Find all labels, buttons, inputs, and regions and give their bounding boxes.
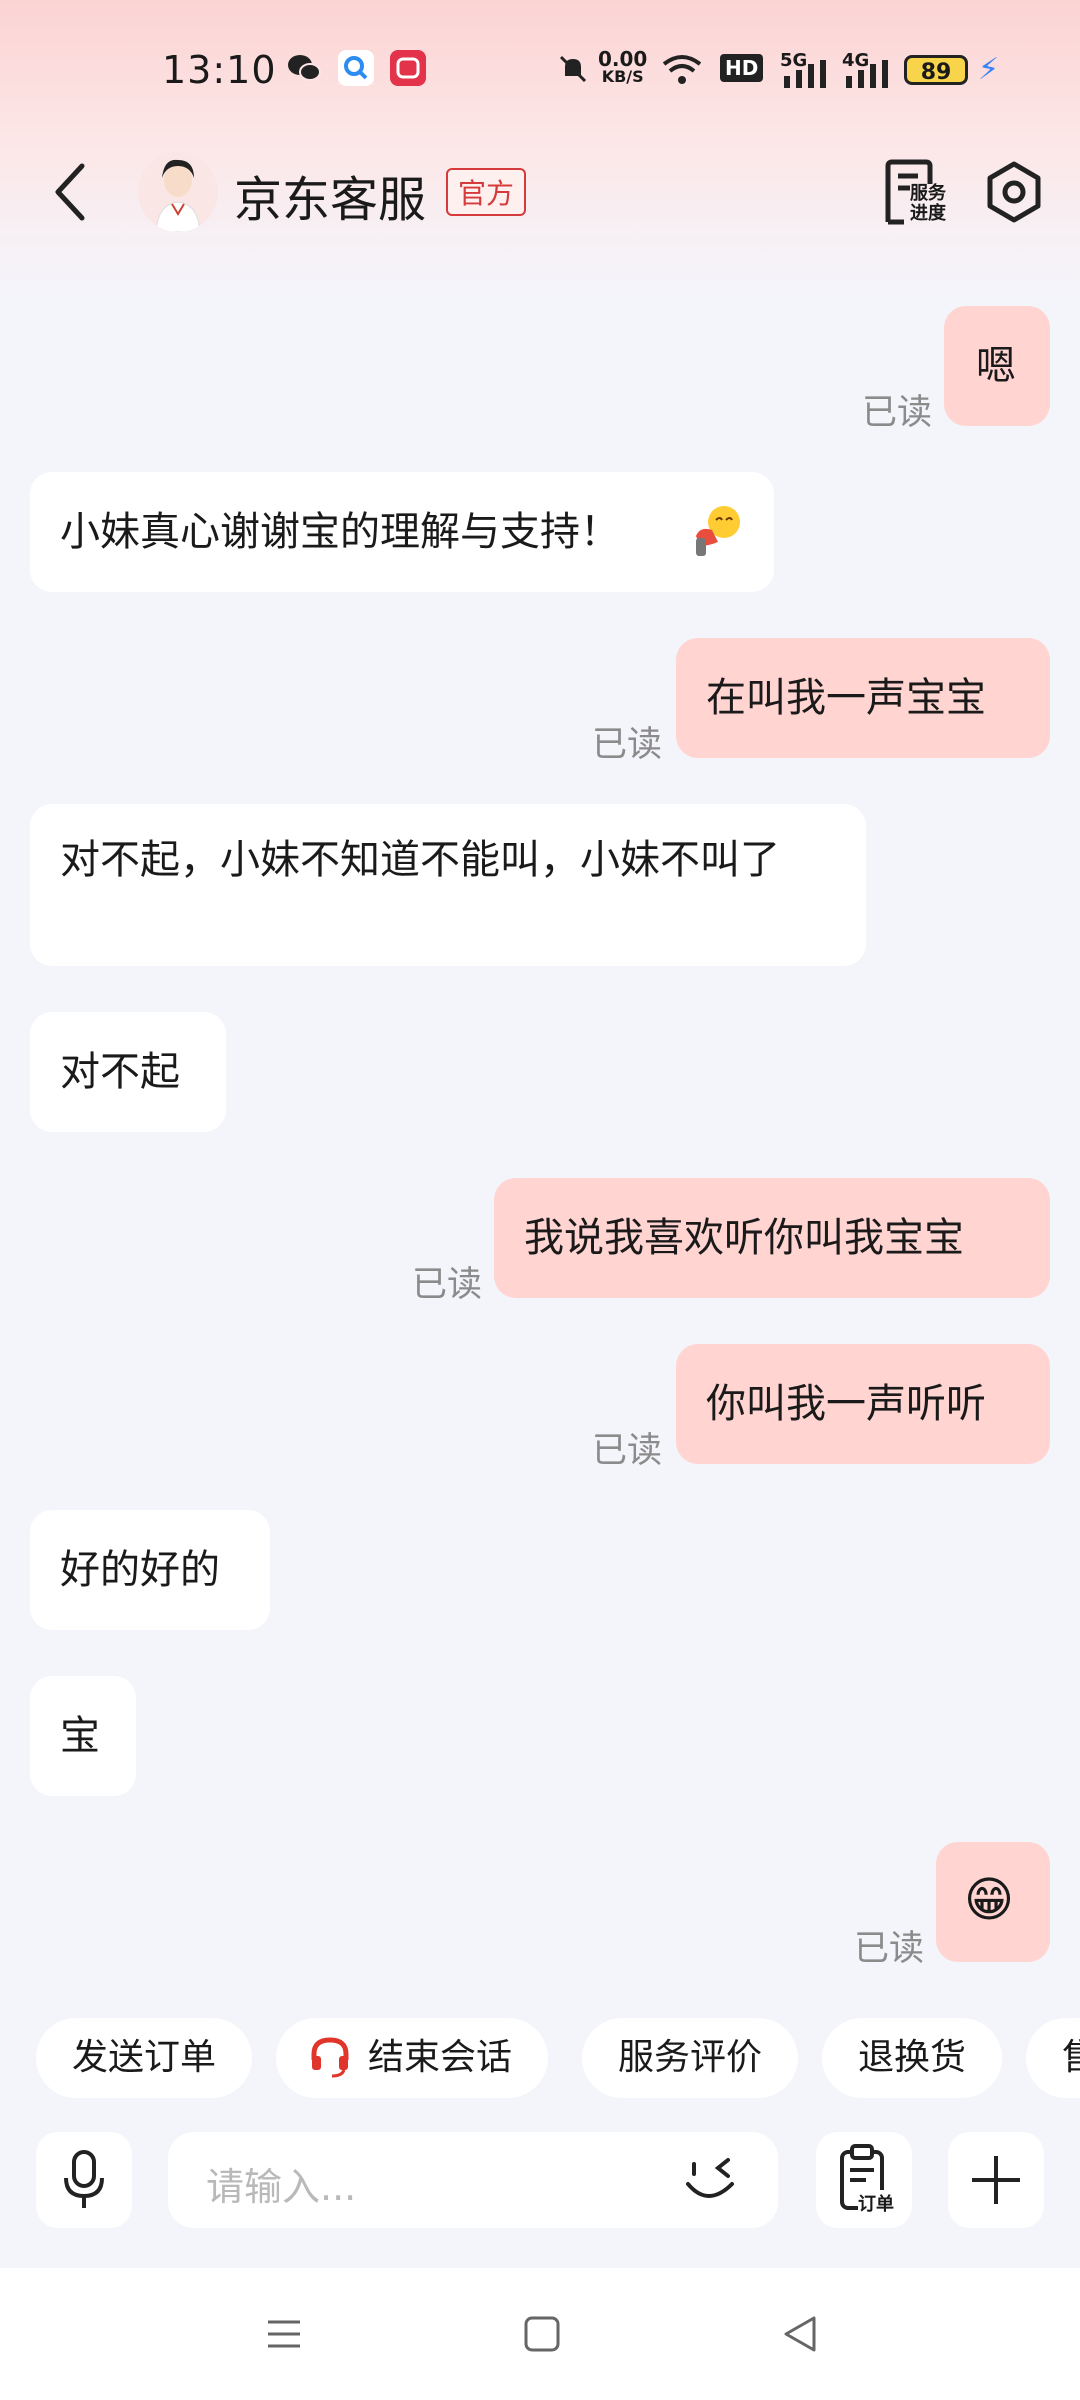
headset-icon (311, 2037, 349, 2078)
after-sales-chip[interactable]: 售 (1026, 2018, 1080, 2098)
chip-label: 结束会话 (368, 2037, 513, 2078)
message-text: 对不起，小妹不知道不能叫，小妹不叫了 (60, 837, 780, 883)
read-receipt: 已读 (862, 393, 933, 433)
settings-hexagon-icon[interactable] (982, 160, 1046, 224)
hd-badge: HD (720, 54, 764, 82)
message-text: 宝 (60, 1713, 100, 1759)
input-placeholder: 请输入... (206, 2165, 357, 2209)
incoming-message[interactable]: 对不起 (30, 1012, 226, 1132)
search-app-icon (338, 50, 374, 86)
chip-label: 服务评价 (618, 2037, 763, 2078)
bow-emoji-icon (696, 506, 740, 556)
return-exchange-chip[interactable]: 退换货 (822, 2018, 1003, 2098)
outgoing-message[interactable]: 😁 (936, 1842, 1050, 1962)
menu-icon[interactable] (264, 2314, 304, 2354)
order-button[interactable]: 订单 (816, 2132, 912, 2228)
home-square-icon[interactable] (522, 2314, 562, 2354)
input-bar: 请输入... 订单 (0, 2112, 1080, 2262)
message-text: 嗯 (976, 343, 1016, 389)
message-text: 你叫我一声听听 (706, 1381, 986, 1427)
read-receipt: 已读 (592, 725, 663, 765)
message-input[interactable]: 请输入... (168, 2132, 778, 2228)
back-triangle-icon[interactable] (780, 2314, 820, 2354)
message-text: 小妹真心谢谢宝的理解与支持！ (60, 509, 620, 555)
signal-2-icon (846, 60, 888, 88)
voice-button[interactable] (36, 2132, 132, 2228)
incoming-message[interactable]: 好的好的 (30, 1510, 270, 1630)
emoji-wink-icon[interactable] (680, 2152, 740, 2208)
avatar[interactable] (138, 152, 218, 232)
outgoing-message[interactable]: 在叫我一声宝宝 (676, 638, 1050, 758)
chat-header: 京东客服 官方 服务 进度 (0, 140, 1080, 250)
order-label: 订单 (858, 2190, 894, 2216)
read-receipt: 已读 (854, 1929, 925, 1969)
signal-icon (784, 60, 826, 88)
message-text: 对不起 (60, 1049, 180, 1095)
page-title: 京东客服 (234, 172, 427, 228)
read-receipt: 已读 (412, 1265, 483, 1305)
outgoing-message[interactable]: 你叫我一声听听 (676, 1344, 1050, 1464)
incoming-message[interactable]: 小妹真心谢谢宝的理解与支持！ (30, 472, 774, 592)
net-speed-value: 0.00 (598, 47, 648, 71)
wechat-icon (288, 55, 321, 81)
chip-label: 退换货 (858, 2037, 967, 2078)
incoming-message[interactable]: 宝 (30, 1676, 136, 1796)
mute-icon (559, 55, 587, 83)
service-progress-button[interactable]: 服务 进度 (880, 158, 950, 228)
microphone-icon (64, 2150, 104, 2208)
chip-label: 售 (1062, 2037, 1080, 2078)
battery-icon: 89 (904, 55, 968, 85)
end-session-chip[interactable]: 结束会话 (276, 2018, 549, 2098)
plus-icon (972, 2156, 1020, 2204)
message-text: 在叫我一声宝宝 (706, 675, 986, 721)
net-speed: 0.00 KB/S (598, 47, 648, 86)
read-receipt: 已读 (592, 1431, 663, 1471)
status-bar: 13:10 0.00 KB/S HD 5G 4G 89 ⚡ (0, 0, 1080, 140)
more-button[interactable] (948, 2132, 1044, 2228)
app-icon (390, 50, 426, 86)
send-order-chip[interactable]: 发送订单 (36, 2018, 253, 2098)
chip-label: 发送订单 (72, 2037, 217, 2078)
net-speed-unit: KB/S (601, 67, 644, 86)
grin-emoji: 😁 (964, 1872, 1015, 1928)
message-text: 好的好的 (60, 1547, 220, 1593)
clock: 13:10 (162, 48, 277, 92)
official-badge: 官方 (446, 168, 527, 216)
service-rating-chip[interactable]: 服务评价 (582, 2018, 799, 2098)
outgoing-message[interactable]: 嗯 (944, 306, 1050, 426)
service-progress-label-1: 服务 (910, 183, 946, 204)
system-nav-bar (0, 2268, 1080, 2400)
incoming-message[interactable]: 对不起，小妹不知道不能叫，小妹不叫了 (30, 804, 866, 966)
outgoing-message[interactable]: 我说我喜欢听你叫我宝宝 (494, 1178, 1050, 1298)
wifi-icon (662, 55, 702, 84)
service-progress-label-2: 进度 (910, 203, 946, 224)
back-arrow-icon[interactable] (48, 160, 92, 224)
charging-icon: ⚡ (978, 52, 1000, 87)
message-text: 我说我喜欢听你叫我宝宝 (524, 1215, 964, 1261)
